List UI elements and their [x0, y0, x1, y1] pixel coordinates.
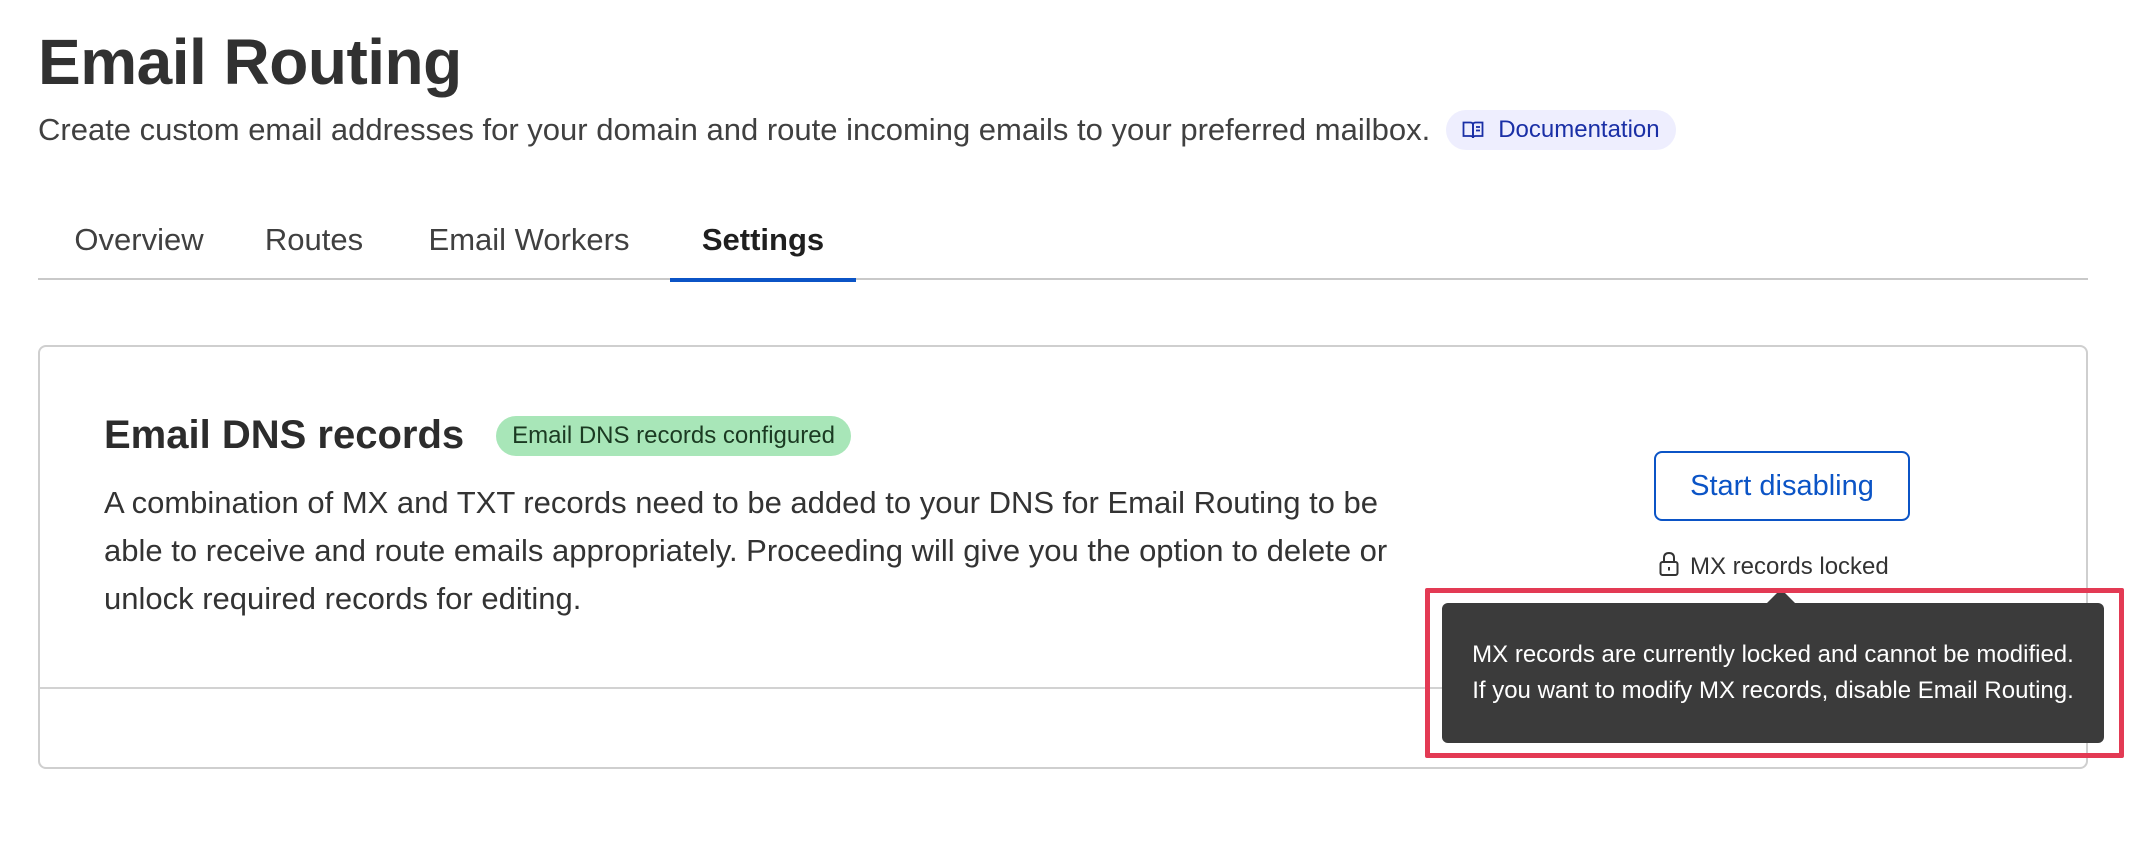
card-heading-row: Email DNS records Email DNS records conf… — [104, 413, 851, 458]
page-title: Email Routing — [38, 26, 462, 98]
card-title: Email DNS records — [104, 413, 465, 457]
mx-lock-status[interactable]: MX records locked — [1658, 551, 1889, 583]
status-badge: Email DNS records configured — [496, 415, 851, 456]
tab-bar: Overview Routes Email Workers Settings — [38, 200, 2088, 282]
lock-icon — [1658, 551, 1680, 584]
book-icon — [1462, 120, 1484, 140]
card-description: A combination of MX and TXT records need… — [104, 485, 1388, 616]
subtitle-row: Create custom email addresses for your d… — [38, 110, 1676, 150]
mx-lock-label: MX records locked — [1690, 553, 1889, 580]
documentation-label: Documentation — [1498, 116, 1660, 143]
start-disabling-button[interactable]: Start disabling — [1654, 451, 1910, 521]
tab-overview[interactable]: Overview — [38, 200, 240, 280]
tab-email-workers[interactable]: Email Workers — [388, 200, 670, 280]
email-routing-page: Email Routing Create custom email addres… — [0, 0, 2134, 862]
tooltip-text: MX records are currently locked and cann… — [1472, 641, 2074, 704]
tab-settings[interactable]: Settings — [670, 200, 856, 282]
tab-routes[interactable]: Routes — [240, 200, 388, 280]
documentation-link[interactable]: Documentation — [1446, 110, 1676, 150]
mx-lock-tooltip: MX records are currently locked and cann… — [1442, 603, 2104, 743]
tooltip-arrow — [1766, 589, 1796, 604]
page-subtitle: Create custom email addresses for your d… — [38, 112, 1431, 147]
